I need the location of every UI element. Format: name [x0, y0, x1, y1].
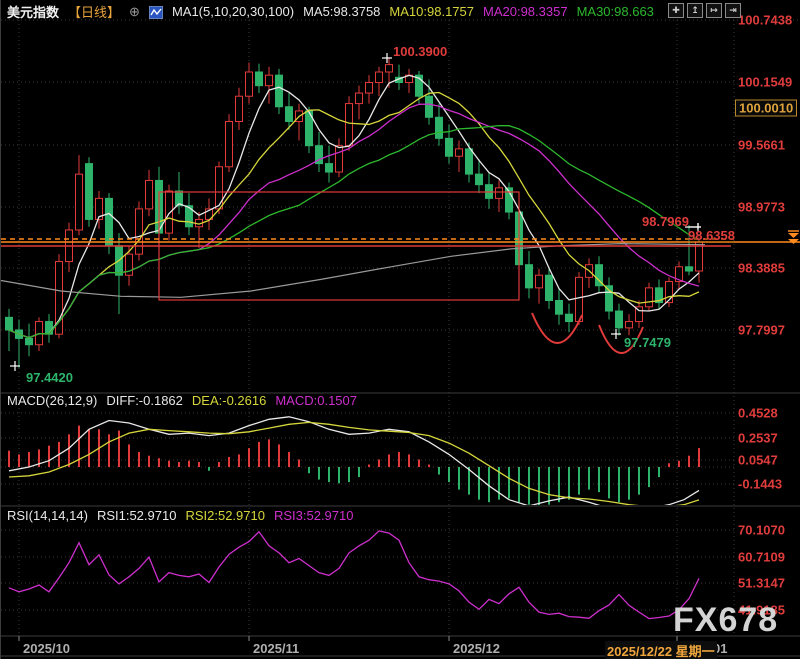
price-axis-label: 97.7997	[738, 322, 785, 338]
chart-canvas[interactable]	[1, 0, 800, 659]
price-axis-label: 100.7438	[738, 12, 793, 28]
add-indicator-icon[interactable]: ⊕	[129, 4, 140, 20]
price-annotation: 97.7479	[624, 335, 671, 350]
time-axis-label: 2025/11	[253, 641, 300, 656]
rsi-axis-label: 60.7109	[738, 549, 785, 565]
time-axis-label: 2025/10	[23, 641, 70, 656]
price-annotation: 97.4420	[26, 370, 73, 385]
ma30-value: MA30:98.663	[576, 4, 654, 19]
ma10-value: MA10:98.1757	[389, 4, 474, 19]
watermark-logo: FX678	[673, 601, 779, 639]
ma5-value: MA5:98.3758	[303, 4, 381, 19]
chart-toolbar: ✚ ↥ ↦ ⇥	[668, 3, 741, 18]
rsi2-value: RSI2:52.9710	[185, 508, 265, 523]
price-annotation: 98.7969	[642, 214, 689, 229]
ma-settings-label: MA1(5,10,20,30,100)	[171, 4, 295, 19]
rsi-axis-label: 70.1070	[738, 522, 785, 538]
pan-tool-icon[interactable]: ✚	[668, 3, 684, 18]
rsi3-value: RSI3:52.9710	[273, 508, 354, 523]
price-axis-label: 98.9773	[738, 199, 785, 215]
zoom-x-axis-icon[interactable]: ↦	[706, 3, 722, 18]
price-axis-label: 100.1549	[738, 74, 793, 90]
time-axis-label: 2025/12	[453, 641, 500, 656]
rsi-indicator-bar: RSI(14,14,14) RSI1:52.9710 RSI2:52.9710 …	[7, 508, 362, 523]
instrument-name: 美元指数	[7, 5, 60, 20]
price-axis-label: 99.5661	[738, 137, 785, 153]
price-axis-label: 100.0010	[735, 99, 798, 117]
chart-type-icon[interactable]	[148, 5, 164, 20]
price-annotation: 98.6358	[688, 228, 735, 243]
macd-axis-label: 0.4528	[738, 405, 778, 421]
macd-indicator-bar: MACD(26,12,9) DIFF:-0.1862 DEA:-0.2616 M…	[7, 393, 366, 408]
panel-collapse-icon[interactable]: ⇥	[725, 3, 741, 18]
ma20-value: MA20:98.3357	[483, 4, 568, 19]
price-axis-label: 98.3885	[738, 260, 785, 276]
macd-axis-label: -0.1443	[738, 476, 783, 492]
macd-axis-label: 0.0547	[738, 452, 778, 468]
rsi-axis-label: 51.3147	[738, 575, 785, 591]
macd-axis-label: 0.2537	[738, 430, 778, 446]
macd-hist-value: MACD:0.1507	[275, 393, 357, 408]
zoom-y-axis-icon[interactable]: ↥	[687, 3, 703, 18]
trading-chart-window: 美元指数 【日线】 ⊕ MA1(5,10,20,30,100) MA5:98.3…	[0, 0, 800, 659]
macd-diff-value: DIFF:-0.1862	[106, 393, 183, 408]
rsi1-value: RSI1:52.9710	[96, 508, 177, 523]
macd-dea-value: DEA:-0.2616	[191, 393, 267, 408]
current-date-label: 2025/12/22 星期一	[605, 641, 717, 659]
rsi-title: RSI(14,14,14)	[7, 508, 88, 523]
macd-title: MACD(26,12,9)	[7, 393, 98, 408]
timeframe-label: 【日线】	[68, 5, 121, 20]
chart-title-bar: 美元指数 【日线】 ⊕ MA1(5,10,20,30,100) MA5:98.3…	[7, 2, 663, 21]
price-annotation: 100.3900	[393, 44, 448, 59]
